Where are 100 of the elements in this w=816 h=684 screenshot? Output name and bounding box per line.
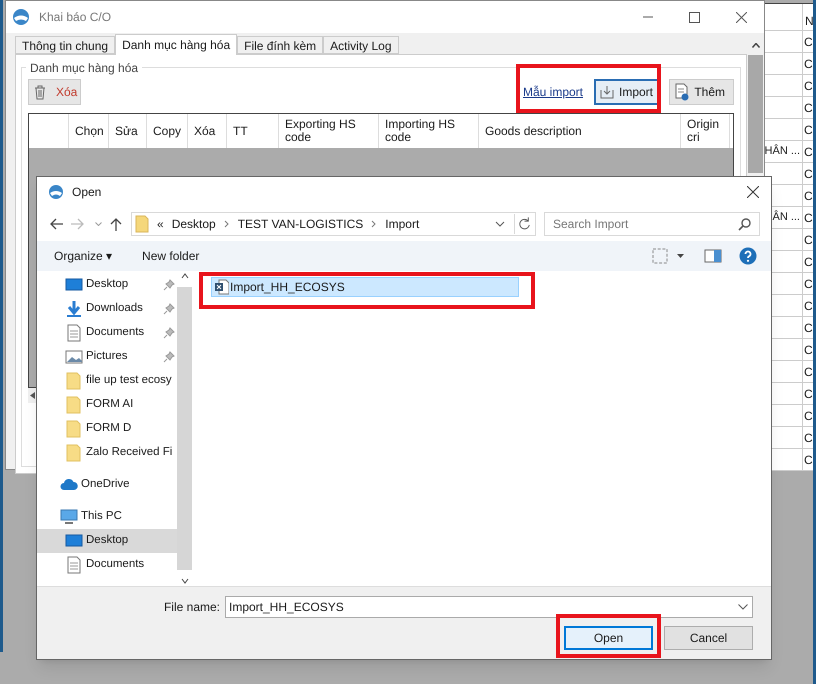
grid-cell-text: C — [804, 122, 813, 138]
grid-cell-text: C — [804, 56, 813, 72]
scrollbar-thumb[interactable] — [177, 287, 192, 570]
dialog-title: Open — [72, 184, 102, 201]
scrollbar-thumb[interactable] — [748, 55, 763, 173]
nav-item[interactable]: Documents — [37, 321, 178, 345]
nav-item[interactable]: Desktop — [37, 273, 178, 297]
nav-item[interactable]: Downloads — [37, 297, 178, 321]
folder-icon — [65, 396, 83, 414]
column-header: Sửa — [115, 124, 138, 138]
download-icon — [599, 84, 616, 100]
grid-cell-text: C — [804, 144, 813, 160]
nav-item[interactable]: This PC — [37, 505, 178, 529]
import-template-link[interactable]: Mẫu import — [522, 82, 584, 100]
column-header: Exporting HS code — [285, 118, 357, 144]
add-button[interactable]: Thêm — [669, 78, 734, 104]
nav-item[interactable]: OneDrive — [37, 473, 178, 497]
column-header: Chọn — [75, 124, 104, 138]
tab[interactable]: Thông tin chung — [15, 36, 116, 54]
up-caret-icon — [752, 43, 760, 48]
scroll-arrow-button[interactable] — [28, 388, 36, 403]
down-caret-icon — [180, 576, 190, 586]
grid-cell-text: C — [804, 364, 813, 380]
column-header: Origin cri — [687, 118, 720, 144]
trash-icon — [32, 84, 48, 100]
nav-item[interactable]: Zalo Received Fi — [37, 441, 178, 465]
computer-icon — [60, 508, 78, 526]
grid-cell-text: C — [804, 210, 813, 226]
grid-cell-text: C — [804, 320, 813, 336]
grid-cell-text: ÂN ... — [772, 209, 800, 226]
app-icon — [48, 184, 64, 200]
down-arrow-icon — [65, 300, 83, 318]
grid-cell-text: C — [804, 386, 813, 402]
file-name-field[interactable]: Import_HH_ECOSYS — [225, 596, 753, 618]
chevron-icon — [371, 220, 378, 228]
close-icon — [736, 12, 747, 22]
up-caret-icon — [180, 271, 190, 281]
spreadsheet-icon — [215, 279, 229, 295]
tab[interactable]: Danh mục hàng hóa — [115, 34, 238, 55]
grid-cell-text: C — [804, 452, 813, 468]
nav-item[interactable]: Desktop — [37, 529, 178, 553]
down-caret-icon — [95, 222, 102, 226]
delete-button[interactable]: Xóa — [28, 78, 82, 104]
nav-item[interactable]: FORM D — [37, 417, 178, 441]
document-icon — [65, 324, 83, 342]
grid-cell-text: HÂN ... — [764, 143, 800, 160]
file-item[interactable]: Import_HH_ECOSYS — [211, 277, 519, 297]
folder-icon — [135, 215, 149, 233]
preview-pane-icon — [704, 249, 722, 263]
open-button[interactable]: Open — [564, 626, 653, 650]
grid-cell-text: C — [804, 232, 813, 248]
field-label: File name: — [164, 599, 220, 616]
chevron-icon — [224, 220, 230, 228]
address-bar[interactable]: « Desktop TEST VAN-LOGISTICS Import — [131, 212, 536, 236]
grid-view-icon — [652, 248, 668, 264]
tab[interactable]: Activity Log — [323, 36, 399, 54]
column-header: Copy — [153, 124, 182, 138]
breadcrumb-item[interactable]: Import — [385, 215, 420, 233]
minimize-icon — [643, 16, 653, 18]
breadcrumb-item[interactable]: TEST VAN-LOGISTICS — [238, 215, 364, 233]
grid-cell-text: C — [804, 298, 813, 314]
column-header: Xóa — [194, 124, 216, 138]
organize-menu[interactable]: Organize ▾ — [54, 247, 112, 265]
close-icon — [747, 186, 759, 198]
overflow-chevron[interactable]: « — [157, 215, 164, 233]
document-icon — [65, 556, 83, 574]
help-icon — [739, 247, 757, 265]
nav-item[interactable]: file up test ecosy — [37, 369, 178, 393]
maximize-icon — [689, 12, 700, 22]
column-header: Importing HS code — [385, 118, 456, 144]
grid-cell-text: C — [804, 408, 813, 424]
tab[interactable]: File đính kèm — [237, 36, 324, 54]
window-title: Khai báo C/O — [39, 9, 112, 26]
column-header: Goods description — [485, 124, 582, 138]
grid-cell-text: C — [804, 188, 813, 204]
folder-icon — [65, 420, 83, 438]
grid-cell-text: C — [804, 342, 813, 358]
cancel-button[interactable]: Cancel — [664, 626, 753, 650]
folder-icon — [65, 372, 83, 390]
folder-icon — [65, 444, 83, 462]
breadcrumb-item[interactable]: Desktop — [172, 215, 216, 233]
grid-cell-text: C — [804, 276, 813, 292]
new-folder-button[interactable]: New folder — [142, 247, 200, 265]
column-header: N — [804, 13, 813, 30]
grid-cell-text: C — [804, 166, 813, 182]
down-caret-icon — [738, 604, 748, 610]
grid-cell-text: C — [804, 100, 813, 116]
search-icon — [738, 217, 752, 231]
grid-cell-text: C — [804, 430, 813, 446]
grid-cell-text: C — [804, 254, 813, 270]
app-icon — [12, 8, 30, 26]
column-header: TT — [233, 124, 248, 138]
search-field[interactable]: Search Import — [544, 212, 760, 236]
nav-item[interactable]: Documents — [37, 553, 178, 577]
image-icon — [65, 348, 83, 366]
nav-item[interactable]: Pictures — [37, 345, 178, 369]
grid-cell-text: C — [804, 78, 813, 94]
document-add-icon — [673, 82, 690, 100]
nav-item[interactable]: FORM AI — [37, 393, 178, 417]
grid-cell-text: C — [804, 34, 813, 50]
